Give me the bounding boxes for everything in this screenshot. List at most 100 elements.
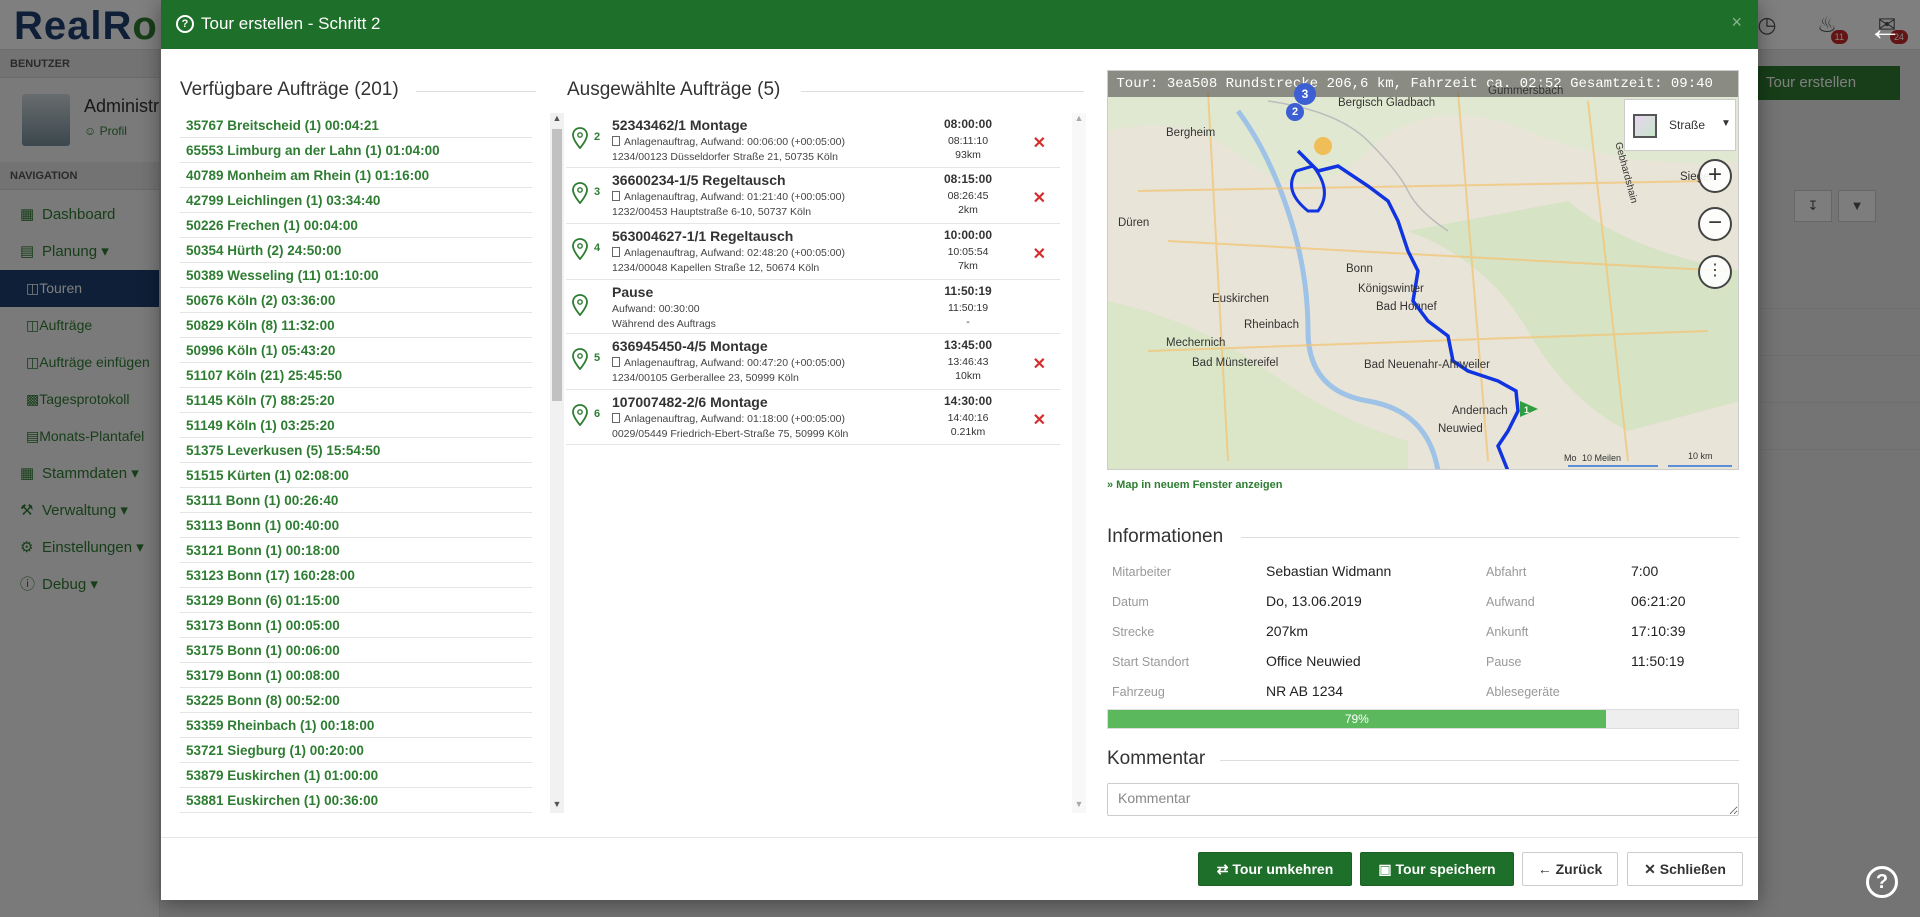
available-list[interactable]: 35767 Breitscheid (1) 00:04:21 65553 Limb…	[180, 113, 532, 813]
selected-order-item[interactable]: 5 636945450-4/5 Montage Anlagenauftrag, Au…	[566, 334, 1060, 390]
selected-order-item[interactable]: 6 107007482-2/6 Montage Anlagenauftrag, Au…	[566, 390, 1060, 445]
info-label: Ablesegeräte	[1486, 685, 1560, 699]
available-order-item[interactable]: 53881 Euskirchen (1) 00:36:00	[180, 788, 532, 813]
available-order-item[interactable]: 65553 Limburg an der Lahn (1) 01:04:00	[180, 138, 532, 163]
info-value: 207km	[1266, 623, 1309, 639]
scroll-down-icon[interactable]: ▼	[550, 799, 564, 809]
sequence-number: 6	[594, 408, 601, 420]
route-map[interactable]: Tour: 3ea508 Rundstrecke 206,6 km, Fahrz…	[1107, 70, 1739, 470]
available-order-item[interactable]: 53179 Bonn (1) 00:08:00	[180, 663, 532, 688]
map-layer-select[interactable]: Straße ▼	[1624, 99, 1736, 151]
order-eta: 08:11:10	[947, 135, 989, 147]
order-title: 636945450-4/5 Montage	[612, 338, 768, 354]
info-label: Fahrzeug	[1112, 685, 1165, 699]
save-tour-button[interactable]: ▣ Tour speichern	[1360, 852, 1514, 886]
remove-order-button[interactable]: ✕	[1033, 133, 1046, 153]
map-label: Düren	[1118, 217, 1150, 229]
progress-fill: 79%	[1108, 710, 1606, 728]
available-order-item[interactable]: 53129 Bonn (6) 01:15:00	[180, 588, 532, 613]
available-order-item[interactable]: 50389 Wesseling (11) 01:10:00	[180, 263, 532, 288]
divider	[1241, 537, 1739, 538]
modal-title: Tour erstellen - Schritt 2	[201, 14, 381, 33]
map-marker-2[interactable]: 2	[1286, 103, 1304, 121]
divider	[416, 91, 536, 92]
map-label: Neuwied	[1438, 423, 1483, 435]
available-order-item[interactable]: 53173 Bonn (1) 00:05:00	[180, 613, 532, 638]
map-marker-3[interactable]: 3	[1294, 83, 1316, 105]
available-order-item[interactable]: 53175 Bonn (1) 00:06:00	[180, 638, 532, 663]
map-pin-icon	[572, 294, 588, 316]
map-label: Andernach	[1452, 405, 1508, 417]
available-order-item[interactable]: 51375 Leverkusen (5) 15:54:50	[180, 438, 532, 463]
order-distance: 93km	[955, 149, 981, 161]
selected-order-item[interactable]: 4 563004627-1/1 Regeltausch Anlagenauftrag…	[566, 224, 1060, 280]
close-button[interactable]: ✕ Schließen	[1627, 852, 1743, 886]
map-pin-icon	[572, 127, 588, 149]
available-order-item[interactable]: 53111 Bonn (1) 00:26:40	[180, 488, 532, 513]
available-order-item[interactable]: 51145 Köln (7) 88:25:20	[180, 388, 532, 413]
order-detail: Anlagenauftrag, Aufwand: 00:06:00 (+00:0…	[612, 136, 845, 148]
modal-close-button[interactable]: ×	[1731, 12, 1742, 33]
available-order-item[interactable]: 50226 Frechen (1) 00:04:00	[180, 213, 532, 238]
comment-input[interactable]	[1107, 783, 1739, 816]
divider	[801, 91, 1084, 92]
remove-order-button[interactable]: ✕	[1033, 354, 1046, 374]
scroll-up-icon[interactable]: ▲	[550, 113, 564, 123]
available-order-item[interactable]: 35767 Breitscheid (1) 00:04:21	[180, 113, 532, 138]
scroll-thumb[interactable]	[552, 129, 562, 401]
swap-icon: ⇄	[1216, 861, 1229, 877]
order-address: Während des Auftrags	[612, 318, 716, 330]
zoom-in-button[interactable]: +	[1698, 159, 1732, 193]
available-order-item[interactable]: 51149 Köln (1) 03:25:20	[180, 413, 532, 438]
zoom-out-button[interactable]: −	[1698, 207, 1732, 241]
map-label: Gummersbach	[1488, 85, 1564, 97]
open-map-link[interactable]: » Map in neuem Fenster anzeigen	[1107, 479, 1282, 491]
available-order-item[interactable]: 42799 Leichlingen (1) 03:34:40	[180, 188, 532, 213]
comment-title: Kommentar	[1107, 748, 1206, 769]
remove-order-button[interactable]: ✕	[1033, 188, 1046, 208]
available-order-item[interactable]: 40789 Monheim am Rhein (1) 01:16:00	[180, 163, 532, 188]
available-scrollbar[interactable]: ▲ ▼	[550, 113, 564, 813]
footer-divider	[161, 837, 1758, 838]
available-order-item[interactable]: 51107 Köln (21) 25:45:50	[180, 363, 532, 388]
scroll-up-icon[interactable]: ▲	[1072, 113, 1086, 123]
reverse-tour-button[interactable]: ⇄ Tour umkehren	[1198, 852, 1352, 886]
available-order-item[interactable]: 53121 Bonn (1) 00:18:00	[180, 538, 532, 563]
order-time: 08:00:00	[943, 117, 993, 131]
selected-order-item[interactable]: 2 52343462/1 Montage Anlagenauftrag, Aufwa…	[566, 113, 1060, 168]
available-order-item[interactable]: 50829 Köln (8) 11:32:00	[180, 313, 532, 338]
order-eta: 13:46:43	[947, 356, 989, 368]
remove-order-button[interactable]: ✕	[1033, 244, 1046, 264]
order-time: 08:15:00	[943, 172, 993, 186]
available-order-item[interactable]: 50354 Hürth (2) 24:50:00	[180, 238, 532, 263]
available-order-item[interactable]: 50676 Köln (2) 03:36:00	[180, 288, 532, 313]
back-button[interactable]: ← Zurück	[1522, 852, 1618, 886]
available-order-item[interactable]: 51515 Kürten (1) 02:08:00	[180, 463, 532, 488]
selected-order-item[interactable]: 3 36600234-1/5 Regeltausch Anlagenauftrag,…	[566, 168, 1060, 224]
selected-scrollbar[interactable]: ▲ ▼	[1072, 113, 1086, 813]
scroll-down-icon[interactable]: ▼	[1072, 799, 1086, 809]
available-order-item[interactable]: 53359 Rheinbach (1) 00:18:00	[180, 713, 532, 738]
document-icon	[612, 247, 620, 257]
remove-order-button[interactable]: ✕	[1033, 410, 1046, 430]
map-marker-1[interactable]: 1	[1524, 405, 1529, 415]
available-order-item[interactable]: 53225 Bonn (8) 00:52:00	[180, 688, 532, 713]
info-label: Ankunft	[1486, 625, 1529, 639]
order-detail: Aufwand: 00:30:00	[612, 303, 700, 315]
order-detail: Anlagenauftrag, Aufwand: 01:18:00 (+00:0…	[612, 413, 845, 425]
back-arrow-icon[interactable]: ←	[1868, 10, 1902, 49]
order-time: 14:30:00	[943, 394, 993, 408]
order-address: 1232/00453 Hauptstraße 6-10, 50737 Köln	[612, 206, 812, 218]
available-order-item[interactable]: 53721 Siegburg (1) 00:20:00	[180, 738, 532, 763]
scale-km: 10 km	[1688, 451, 1713, 461]
selected-order-item[interactable]: Pause Aufwand: 00:30:00 Während des Auftra…	[566, 280, 1060, 334]
available-order-item[interactable]: 53113 Bonn (1) 00:40:00	[180, 513, 532, 538]
map-label: Bad Münstereifel	[1192, 357, 1279, 369]
available-order-item[interactable]: 53879 Euskirchen (1) 01:00:00	[180, 763, 532, 788]
available-order-item[interactable]: 50996 Köln (1) 05:43:20	[180, 338, 532, 363]
info-value: NR AB 1234	[1266, 683, 1344, 699]
help-icon[interactable]: ?	[1866, 866, 1898, 898]
modal-header: ? Tour erstellen - Schritt 2 ×	[161, 0, 1758, 49]
available-order-item[interactable]: 53123 Bonn (17) 160:28:00	[180, 563, 532, 588]
map-options-button[interactable]: ⋮	[1698, 255, 1732, 289]
